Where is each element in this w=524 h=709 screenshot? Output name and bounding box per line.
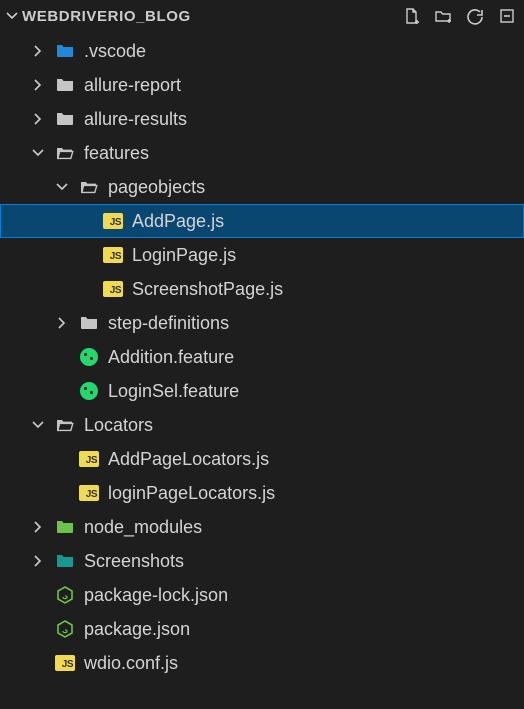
tree-label: features <box>84 143 149 164</box>
tree-item-step-definitions[interactable]: step-definitions <box>0 306 524 340</box>
tree-label: .vscode <box>84 41 146 62</box>
tree-item-allure-results[interactable]: allure-results <box>0 102 524 136</box>
tree-item-addpage[interactable]: JS AddPage.js <box>0 204 524 238</box>
cucumber-file-icon <box>78 346 100 368</box>
tree-label: AddPageLocators.js <box>108 449 269 470</box>
tree-item-loginpagelocators[interactable]: JS loginPageLocators.js <box>0 476 524 510</box>
tree-item-package-json[interactable]: package.json <box>0 612 524 646</box>
folder-icon <box>54 108 76 130</box>
tree-label: AddPage.js <box>132 211 224 232</box>
js-file-icon: JS <box>102 278 124 300</box>
folder-icon <box>54 40 76 62</box>
js-file-icon: JS <box>78 448 100 470</box>
tree-item-screenshots[interactable]: Screenshots <box>0 544 524 578</box>
folder-open-icon <box>78 176 100 198</box>
tree-item-node-modules[interactable]: node_modules <box>0 510 524 544</box>
chevron-right-icon <box>30 553 46 569</box>
tree-item-pageobjects[interactable]: pageobjects <box>0 170 524 204</box>
chevron-right-icon <box>30 43 46 59</box>
chevron-right-icon <box>30 77 46 93</box>
folder-icon <box>54 550 76 572</box>
tree-label: step-definitions <box>108 313 229 334</box>
file-tree: .vscode allure-report allure-results fea… <box>0 32 524 680</box>
chevron-right-icon <box>30 111 46 127</box>
js-file-icon: JS <box>102 210 124 232</box>
tree-label: allure-report <box>84 75 181 96</box>
chevron-down-icon <box>30 145 46 161</box>
new-folder-icon[interactable] <box>434 7 452 25</box>
tree-item-loginsel-feature[interactable]: LoginSel.feature <box>0 374 524 408</box>
tree-item-addition-feature[interactable]: Addition.feature <box>0 340 524 374</box>
tree-label: Locators <box>84 415 153 436</box>
cucumber-file-icon <box>78 380 100 402</box>
folder-icon <box>78 312 100 334</box>
new-file-icon[interactable] <box>402 7 420 25</box>
tree-label: allure-results <box>84 109 187 130</box>
explorer-header: WEBDRIVERIO_BLOG <box>0 0 524 32</box>
tree-label: Addition.feature <box>108 347 234 368</box>
tree-item-features[interactable]: features <box>0 136 524 170</box>
tree-label: node_modules <box>84 517 202 538</box>
tree-label: package-lock.json <box>84 585 228 606</box>
js-file-icon: JS <box>78 482 100 504</box>
tree-label: LoginSel.feature <box>108 381 239 402</box>
tree-label: ScreenshotPage.js <box>132 279 283 300</box>
chevron-down-icon <box>54 179 70 195</box>
tree-item-screenshotpage[interactable]: JS ScreenshotPage.js <box>0 272 524 306</box>
refresh-icon[interactable] <box>466 7 484 25</box>
collapse-all-icon[interactable] <box>498 7 516 25</box>
tree-item-allure-report[interactable]: allure-report <box>0 68 524 102</box>
tree-item-vscode[interactable]: .vscode <box>0 34 524 68</box>
js-file-icon: JS <box>54 652 76 674</box>
tree-label: pageobjects <box>108 177 205 198</box>
chevron-down-icon <box>30 417 46 433</box>
tree-item-package-lock[interactable]: package-lock.json <box>0 578 524 612</box>
tree-item-addpagelocators[interactable]: JS AddPageLocators.js <box>0 442 524 476</box>
tree-label: LoginPage.js <box>132 245 236 266</box>
tree-item-locators[interactable]: Locators <box>0 408 524 442</box>
nodejs-file-icon <box>54 618 76 640</box>
explorer-title-wrap[interactable]: WEBDRIVERIO_BLOG <box>4 8 402 25</box>
folder-open-icon <box>54 142 76 164</box>
folder-icon <box>54 74 76 96</box>
explorer-title: WEBDRIVERIO_BLOG <box>22 8 191 25</box>
folder-open-icon <box>54 414 76 436</box>
chevron-right-icon <box>54 315 70 331</box>
tree-item-wdio-conf[interactable]: JS wdio.conf.js <box>0 646 524 680</box>
tree-label: loginPageLocators.js <box>108 483 275 504</box>
tree-item-loginpage[interactable]: JS LoginPage.js <box>0 238 524 272</box>
js-file-icon: JS <box>102 244 124 266</box>
chevron-down-icon <box>4 8 20 24</box>
folder-icon <box>54 516 76 538</box>
explorer-actions <box>402 7 516 25</box>
chevron-right-icon <box>30 519 46 535</box>
tree-label: wdio.conf.js <box>84 653 178 674</box>
tree-label: Screenshots <box>84 551 184 572</box>
tree-label: package.json <box>84 619 190 640</box>
nodejs-file-icon <box>54 584 76 606</box>
